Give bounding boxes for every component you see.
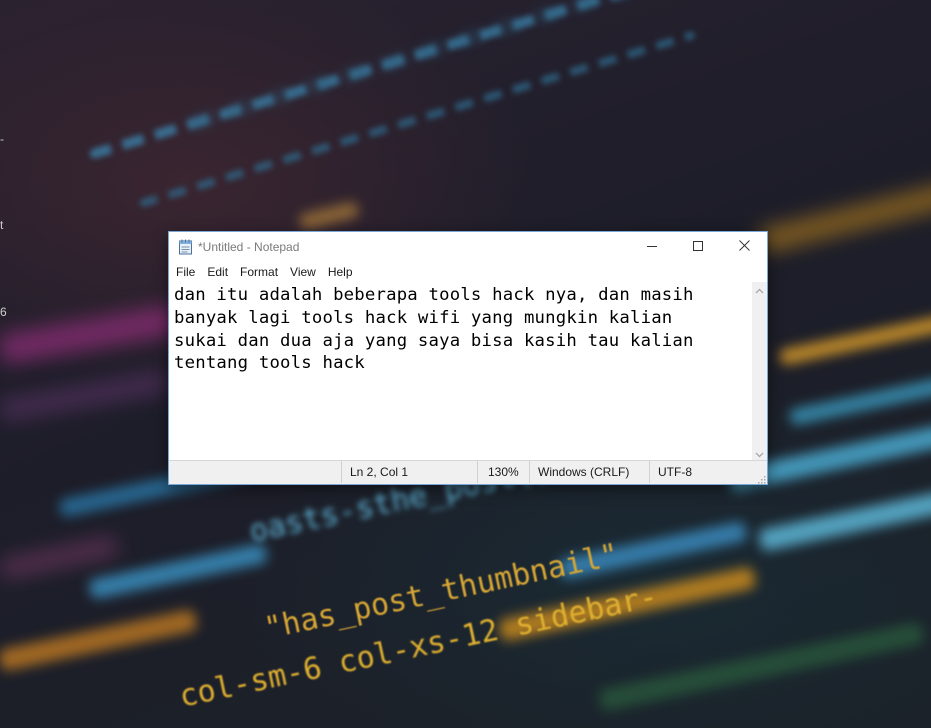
- line-ending: Windows (CRLF): [529, 461, 649, 483]
- encoding: UTF-8: [649, 461, 767, 483]
- status-bar: Ln 2, Col 1 130% Windows (CRLF) UTF-8: [169, 460, 767, 484]
- vertical-scrollbar[interactable]: [752, 282, 767, 461]
- close-icon: [738, 238, 750, 256]
- minimize-icon: [647, 238, 657, 256]
- notepad-icon: [178, 239, 193, 255]
- notepad-window[interactable]: *Untitled - Notepad File Edit Format Vie…: [168, 231, 768, 485]
- desktop-icon-label-fragment: -: [0, 132, 4, 146]
- menu-file[interactable]: File: [170, 262, 201, 282]
- editor-line: banyak lagi tools hack wifi yang mungkin…: [174, 307, 673, 328]
- minimize-button[interactable]: [629, 232, 675, 262]
- menu-format[interactable]: Format: [234, 262, 284, 282]
- menu-help[interactable]: Help: [322, 262, 359, 282]
- scroll-up-button[interactable]: [752, 282, 767, 297]
- title-bar[interactable]: *Untitled - Notepad: [169, 232, 767, 262]
- editor-line: tentang tools hack: [174, 353, 365, 374]
- close-button[interactable]: [721, 232, 767, 262]
- wallpaper-streak: [788, 376, 931, 426]
- wallpaper-streak: [0, 370, 170, 422]
- wallpaper-streak: [757, 490, 931, 552]
- wallpaper-streak: [298, 200, 361, 231]
- wallpaper-streak: [0, 608, 198, 672]
- maximize-button[interactable]: [675, 232, 721, 262]
- wallpaper-streak: [88, 0, 685, 160]
- editor-line: dan itu adalah beberapa tools hack nya, …: [174, 285, 694, 305]
- desktop-icon-label-fragment: 6: [0, 305, 7, 319]
- menu-view[interactable]: View: [284, 262, 322, 282]
- resize-grip-icon[interactable]: [756, 473, 766, 484]
- cursor-position: Ln 2, Col 1: [341, 461, 477, 483]
- wallpaper-streak: [757, 181, 931, 254]
- wallpaper-streak: [778, 314, 931, 366]
- scroll-down-button[interactable]: [752, 446, 767, 461]
- maximize-icon: [693, 238, 703, 256]
- chevron-up-icon: [755, 281, 764, 299]
- window-title: *Untitled - Notepad: [198, 240, 300, 254]
- wallpaper-streak: [597, 621, 926, 712]
- zoom-level: 130%: [477, 461, 529, 483]
- text-editor[interactable]: dan itu adalah beberapa tools hack nya, …: [169, 282, 752, 461]
- desktop-icon-label-fragment: t: [0, 218, 4, 232]
- wallpaper-streak: [0, 303, 180, 365]
- wallpaper-streak: [0, 535, 120, 580]
- menu-edit[interactable]: Edit: [201, 262, 234, 282]
- editor-line: sukai dan dua aja yang saya bisa kasih t…: [174, 330, 694, 351]
- menu-bar: File Edit Format View Help: [169, 262, 767, 282]
